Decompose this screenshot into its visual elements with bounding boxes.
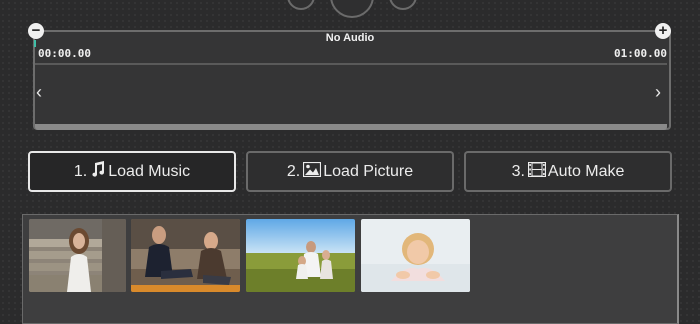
timeline-start-time: 00:00.00 [38, 47, 91, 60]
auto-make-button[interactable]: 3. Auto Make [464, 151, 672, 192]
timeline-scrollbar[interactable] [35, 124, 667, 130]
auto-make-label: Auto Make [547, 162, 625, 180]
chevron-left-icon[interactable]: ‹ [36, 82, 42, 102]
photo-thumbnail[interactable] [131, 219, 240, 292]
music-note-icon [90, 161, 106, 182]
photo-thumbnail[interactable] [29, 219, 126, 292]
audio-timeline[interactable] [33, 30, 671, 130]
load-picture-button[interactable]: 2. Load Picture [246, 151, 454, 192]
load-picture-step: 2. [286, 162, 301, 180]
load-music-step: 1. [73, 162, 88, 180]
timeline-title: No Audio [325, 32, 375, 44]
playhead-marker[interactable] [34, 40, 36, 47]
load-music-button[interactable]: 1. Load Music [28, 151, 236, 192]
photo-thumbnail[interactable] [361, 219, 470, 292]
player-control-left[interactable] [287, 0, 315, 10]
image-icon [303, 161, 322, 182]
play-button[interactable] [330, 0, 374, 18]
chevron-right-icon[interactable]: › [655, 82, 661, 102]
load-music-label: Load Music [108, 162, 191, 180]
player-control-right[interactable] [389, 0, 417, 10]
load-picture-label: Load Picture [323, 162, 414, 180]
film-icon [527, 161, 547, 182]
auto-make-step: 3. [511, 162, 525, 180]
photo-thumbnail[interactable] [246, 219, 355, 292]
timeline-divider [35, 63, 667, 65]
timeline-end-time: 01:00.00 [614, 47, 667, 60]
